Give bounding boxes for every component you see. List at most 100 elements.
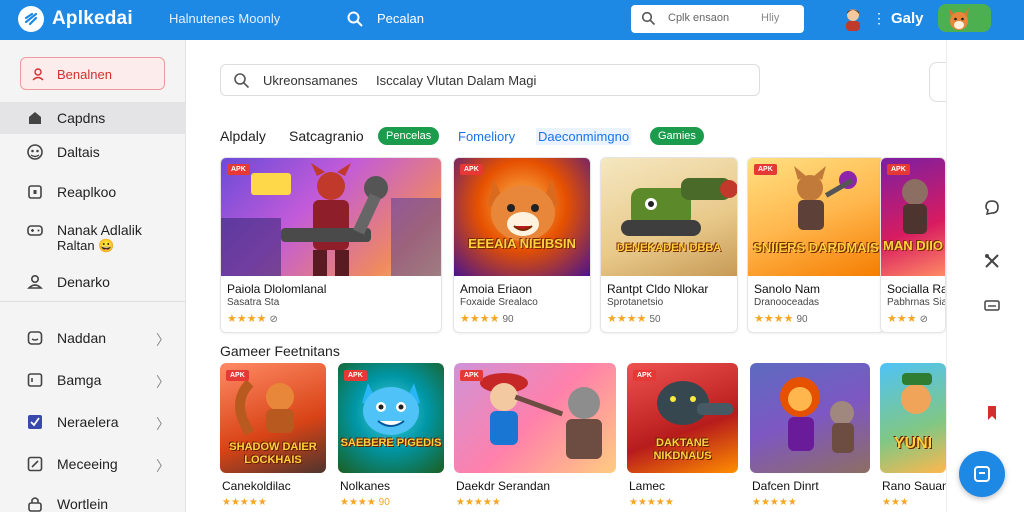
sidebar-item-neraelera[interactable]: Neraelera 〉 <box>0 406 186 438</box>
tab-pencelas[interactable]: Pencelas <box>378 127 440 145</box>
edit-icon <box>27 456 43 472</box>
app-name[interactable]: Aplkedai <box>52 8 133 30</box>
tab-satcagranio[interactable]: Satcagranio <box>289 128 364 144</box>
tools-icon[interactable] <box>983 252 1001 270</box>
sidebar-item-denarko[interactable]: Denarko <box>0 266 186 298</box>
dog-character-art <box>901 373 932 414</box>
sidebar-item-reaplkoo[interactable]: Reaplkoo <box>0 176 186 208</box>
sidebar-item-label: Meceeing <box>57 456 118 472</box>
fox-avatar-icon <box>949 8 969 30</box>
app-art: APK MAN DIIO <box>881 158 945 276</box>
app-tagline[interactable]: Halnutenes Moonly <box>169 11 280 26</box>
game-name: Dafcen Dinrt <box>752 479 819 493</box>
right-rail <box>946 40 1024 512</box>
app-rating: ★★★★ 90 <box>754 313 808 325</box>
chat-bubble-icon[interactable] <box>983 198 1001 216</box>
game-name: Daekdr Serandan <box>456 479 551 493</box>
tab-daeconmimgno[interactable]: Daeconmimgno <box>536 128 632 145</box>
sidebar: Benalnen Capdns Daltais Reaplkoo Nanak A… <box>0 40 186 512</box>
top-search-label[interactable]: Pecalan <box>377 11 424 26</box>
sidebar-item-meceeing[interactable]: Meceeing 〉 <box>0 448 186 480</box>
username[interactable]: Galy <box>891 10 924 27</box>
user-profile-button[interactable] <box>938 4 991 32</box>
keyboard-icon[interactable] <box>983 296 1001 314</box>
apk-badge: APK <box>227 164 250 175</box>
kebab-menu-icon[interactable]: ⋮ <box>872 10 886 27</box>
avatar[interactable] <box>843 7 863 31</box>
search-icon[interactable] <box>346 10 364 28</box>
app-developer: Sprotanetsio <box>607 297 664 308</box>
app-card[interactable]: APK EEEAIA NIEIBSIN Amoia Eriaon Foxaide… <box>453 157 591 333</box>
app-developer: Sasatra Sta <box>227 297 280 308</box>
tab-alpdaly[interactable]: Alpdaly <box>220 128 266 144</box>
app-art: APK <box>221 158 441 276</box>
app-name: Socialla Ra <box>887 282 946 296</box>
game-art-title: DAKTANE NIKDNAUS <box>653 437 712 462</box>
sidebar-item-nanak[interactable]: Nanak Adlalik Raltan 😀 <box>0 214 186 258</box>
game-card[interactable]: APK SAEBERE PIGEDIS Nolkanes ★★★★ 90 <box>338 363 444 512</box>
sidebar-item-label: Reaplkoo <box>57 184 117 200</box>
game-card[interactable]: YUNI Rano Sauan ★★★ <box>880 363 946 512</box>
app-store-icon <box>974 466 990 482</box>
chevron-right-icon: 〉 <box>156 458 170 474</box>
folder-icon <box>27 373 43 387</box>
game-card[interactable]: Dafcen Dinrt ★★★★★ <box>750 363 870 512</box>
sidebar-item-wortlein[interactable]: Wortlein <box>0 488 186 512</box>
main-search-input[interactable]: Ukreonsamanes Isccalay Vlutan Dalam Magi <box>220 64 760 96</box>
app-card[interactable]: APK MAN DIIO Socialla Ra Pabhrnas Siao ★… <box>880 157 946 333</box>
apk-badge: APK <box>633 370 656 381</box>
app-art: APK EEEAIA NIEIBSIN <box>454 158 590 276</box>
sidebar-item-capdns[interactable]: Capdns <box>0 102 186 134</box>
bookmark-icon[interactable] <box>983 404 1001 422</box>
search-query: Ukreonsamanes <box>263 73 358 88</box>
app-rating: ★★★★ 50 <box>607 313 661 325</box>
game-card[interactable]: APK DAKTANE NIKDNAUS Lamec ★★★★★ <box>627 363 738 512</box>
app-developer: Pabhrnas Siao <box>887 297 945 308</box>
sidebar-item-bamga[interactable]: Bamga 〉 <box>0 364 186 396</box>
game-rating: ★★★★★ <box>629 497 674 508</box>
game-art-title: SHADOW DAIER LOCKHAIS <box>229 441 317 466</box>
section-title: Gameer Feetnitans <box>220 343 340 359</box>
primary-action-label: Benalnen <box>57 67 112 82</box>
logo-icon[interactable] <box>18 6 44 32</box>
game-name: Nolkanes <box>340 479 391 493</box>
app-rating: ★★★ ⊘ <box>887 313 928 325</box>
app-card[interactable]: APK SNIIERS DARDMAIS Sanolo Nam Dranooce… <box>747 157 885 333</box>
sidebar-item-label: Neraelera <box>57 414 119 430</box>
fox-character-art <box>488 178 558 241</box>
game-rating: ★★★ <box>882 497 909 508</box>
sidebar-item-naddan[interactable]: Naddan 〉 <box>0 322 186 354</box>
app-name: Paiola Dlolomlanal <box>227 282 327 296</box>
tab-gamies[interactable]: Gamies <box>650 127 704 145</box>
game-art: APK SAEBERE PIGEDIS <box>338 363 444 473</box>
apk-badge: APK <box>226 370 249 381</box>
search-query-suggestion: Isccalay Vlutan Dalam Magi <box>376 73 537 88</box>
apk-badge: APK <box>344 370 367 381</box>
app-developer: Foxaide Srealaco <box>460 297 538 308</box>
dashboard-icon <box>27 144 43 160</box>
chevron-right-icon: 〉 <box>156 374 170 390</box>
game-rating: ★★★★★ <box>456 497 501 508</box>
game-rating: ★★★★★ <box>222 497 267 508</box>
sidebar-item-label: Daltais <box>57 144 100 160</box>
heroes-character-art <box>794 166 857 230</box>
game-art-title: YUNI <box>893 435 933 452</box>
tab-fomeliory[interactable]: Fomeliory <box>458 129 515 144</box>
app-card[interactable]: APK Paiola Dlolomlanal Sasatra Sta ★★★★ ⊘ <box>220 157 442 333</box>
game-card[interactable]: APK Daekdr Serandan ★★★★★ <box>454 363 616 512</box>
floating-action-button[interactable] <box>959 451 1005 497</box>
top-search-input[interactable]: Cplk ensaon Hliy <box>631 5 804 33</box>
chevron-right-icon: 〉 <box>156 416 170 432</box>
primary-action-button[interactable]: Benalnen <box>20 57 165 90</box>
app-art-title: SNIIERS DARDMAIS <box>753 240 879 255</box>
app-developer: Dranooceadas <box>754 297 820 308</box>
tank-character-art <box>621 178 737 236</box>
app-name: Sanolo Nam <box>754 282 821 296</box>
app-rating: ★★★★ ⊘ <box>227 313 278 325</box>
game-art: APK SHADOW DAIER LOCKHAIS <box>220 363 326 473</box>
sidebar-item-daltais[interactable]: Daltais <box>0 136 186 168</box>
app-card[interactable]: DENEKADEN DBBA Rantpt Cldo Nlokar Sprota… <box>600 157 738 333</box>
apk-badge: APK <box>754 164 777 175</box>
apk-badge: APK <box>460 370 483 381</box>
game-card[interactable]: APK SHADOW DAIER LOCKHAIS Canekoldilac ★… <box>220 363 326 512</box>
